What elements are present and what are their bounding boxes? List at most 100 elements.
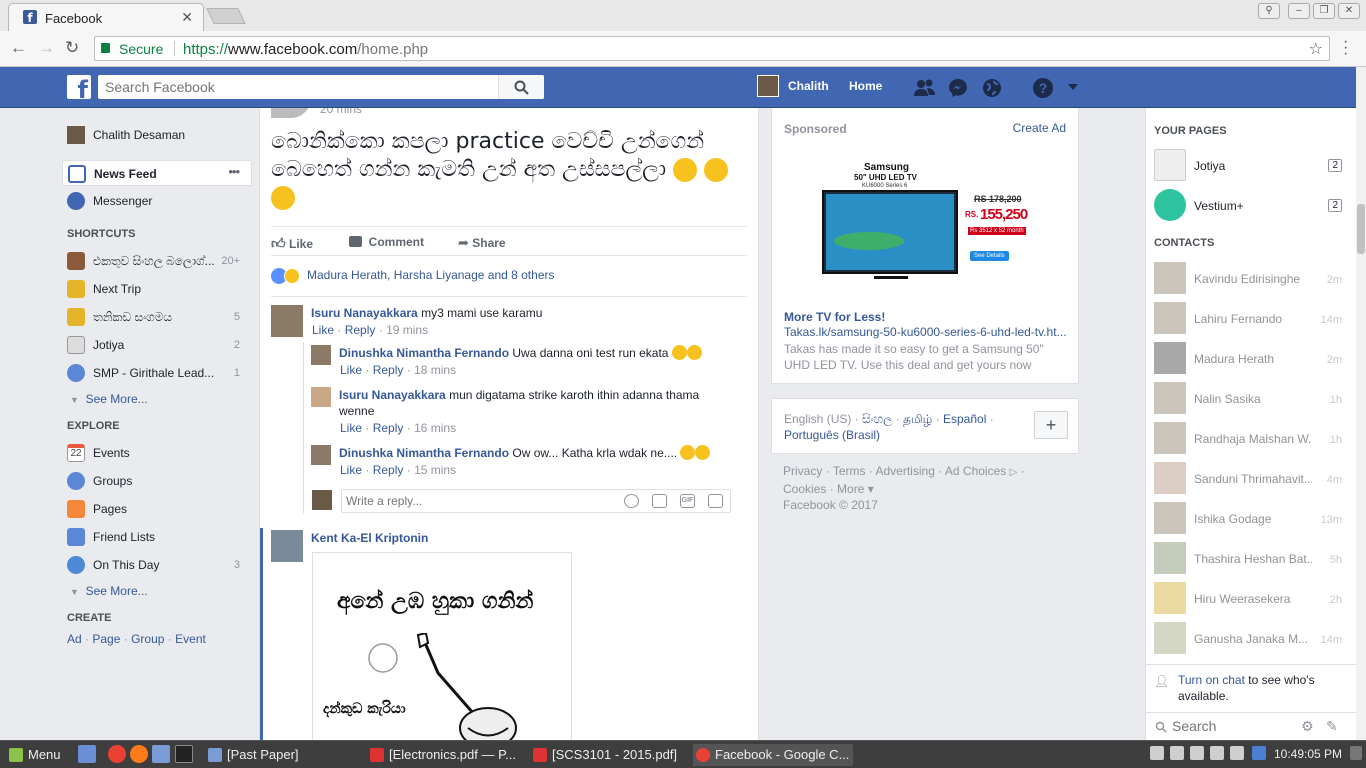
ad-headline[interactable]: More TV for Less! bbox=[784, 310, 885, 324]
chat-search-input[interactable] bbox=[1172, 718, 1292, 734]
volume-tray-icon[interactable] bbox=[1210, 746, 1224, 760]
more-link[interactable]: More bbox=[837, 482, 864, 496]
user-tray-icon[interactable] bbox=[1150, 746, 1164, 760]
chrome-launcher-icon[interactable] bbox=[108, 745, 126, 763]
terminal-launcher-icon[interactable] bbox=[175, 745, 193, 763]
terms-link[interactable]: Terms bbox=[833, 464, 866, 478]
user-avatar[interactable] bbox=[757, 75, 779, 97]
shortcuts-see-more-link[interactable]: ▼ See More... bbox=[70, 392, 148, 406]
privacy-link[interactable]: Privacy bbox=[783, 464, 822, 478]
notifications-tray-icon[interactable] bbox=[1350, 746, 1362, 760]
language-spanish-link[interactable]: Español bbox=[943, 412, 986, 426]
comment-reply-link[interactable]: Reply bbox=[373, 463, 404, 477]
add-language-button[interactable]: + bbox=[1034, 411, 1068, 439]
sticker-icon[interactable] bbox=[708, 494, 723, 508]
shortcut-item[interactable]: Next Trip bbox=[62, 276, 252, 302]
create-group-link[interactable]: Group bbox=[131, 632, 164, 646]
files-launcher-icon[interactable] bbox=[152, 745, 170, 763]
contact-item[interactable]: Lahiru Fernando 14m bbox=[1154, 302, 1350, 338]
on-this-day-nav-item[interactable]: On This Day 3 bbox=[62, 552, 252, 578]
commenter-name[interactable]: Dinushka Nimantha Fernando bbox=[339, 446, 509, 460]
profile-nav-item[interactable]: Chalith Desaman bbox=[62, 122, 252, 148]
page-scrollbar[interactable] bbox=[1356, 67, 1366, 740]
page-item[interactable]: Vestium+ 2 bbox=[1154, 189, 1350, 225]
reload-icon[interactable]: ↻ bbox=[65, 38, 79, 58]
news-feed-options-icon[interactable]: ••• bbox=[228, 164, 240, 179]
taskbar-window[interactable]: [Electronics.pdf — P... bbox=[367, 744, 522, 766]
messenger-nav-item[interactable]: Messenger bbox=[62, 188, 252, 214]
ad-image[interactable]: Samsung 50" UHD LED TV KU6000 Series 6 R… bbox=[784, 152, 1068, 302]
create-ad-link[interactable]: Ad bbox=[67, 632, 82, 646]
comment-reply-link[interactable]: Reply bbox=[373, 421, 404, 435]
events-nav-item[interactable]: 22 Events bbox=[62, 440, 252, 466]
home-link[interactable]: Home bbox=[849, 79, 882, 93]
comment-time[interactable]: 19 mins bbox=[386, 323, 428, 337]
comment-reply-link[interactable]: Reply bbox=[373, 363, 404, 377]
bookmark-star-icon[interactable]: ☆ bbox=[1309, 39, 1323, 59]
poster-avatar[interactable] bbox=[271, 108, 311, 118]
battery-tray-icon[interactable] bbox=[1230, 746, 1244, 760]
url-text[interactable]: https://www.facebook.com/home.php bbox=[183, 41, 428, 58]
like-button[interactable]: 👍︎ Like bbox=[271, 235, 313, 252]
shortcut-item[interactable]: SMP - Girithale Lead... 1 bbox=[62, 360, 252, 386]
browser-menu-icon[interactable]: · · · bbox=[1343, 34, 1348, 62]
commenter-name[interactable]: Isuru Nanayakkara bbox=[339, 388, 446, 402]
firefox-launcher-icon[interactable] bbox=[130, 745, 148, 763]
ad-choices-link[interactable]: Ad Choices bbox=[945, 464, 1006, 478]
commenter-name[interactable]: Isuru Nanayakkara bbox=[311, 306, 418, 320]
gif-icon[interactable]: GIF bbox=[680, 494, 695, 508]
commenter-avatar[interactable] bbox=[271, 305, 303, 337]
pages-nav-item[interactable]: Pages bbox=[62, 496, 252, 522]
friend-requests-icon[interactable] bbox=[913, 77, 935, 99]
language-tamil-link[interactable]: தமிழ் bbox=[903, 412, 932, 426]
reactions-summary[interactable]: Madura Herath, Harsha Liyanage and 8 oth… bbox=[271, 268, 554, 284]
close-tab-icon[interactable]: ✕ bbox=[181, 9, 193, 26]
commenter-name[interactable]: Dinushka Nimantha Fernando bbox=[339, 346, 509, 360]
new-message-icon[interactable]: ✎ bbox=[1326, 718, 1338, 735]
comment-button[interactable]: Comment bbox=[349, 235, 424, 249]
omnibox[interactable]: Secure https://www.facebook.com/home.php… bbox=[94, 36, 1330, 61]
clock[interactable]: 10:49:05 PM bbox=[1274, 747, 1342, 761]
comment-image[interactable]: අනේ උඹ හුකා ගනින් දන්කුඩ කැරියා bbox=[312, 552, 572, 740]
comment-like-link[interactable]: Like bbox=[340, 463, 362, 477]
notifications-globe-icon[interactable] bbox=[981, 77, 1003, 99]
bluetooth-tray-icon[interactable] bbox=[1170, 746, 1184, 760]
contact-item[interactable]: Sanduni Thrimahavit... 4m bbox=[1154, 462, 1350, 498]
emoji-picker-icon[interactable] bbox=[624, 494, 639, 508]
profile-icon[interactable]: ⚲ bbox=[1258, 3, 1280, 19]
news-feed-nav-item[interactable]: News Feed ••• bbox=[62, 160, 252, 186]
restore-button[interactable]: ❐ bbox=[1313, 3, 1335, 19]
commenter-avatar[interactable] bbox=[311, 445, 331, 465]
new-tab-button[interactable] bbox=[206, 8, 246, 24]
share-button[interactable]: ➦ Share bbox=[458, 235, 506, 251]
minimize-button[interactable]: – bbox=[1288, 3, 1310, 19]
contact-item[interactable]: Thashira Heshan Bat... 5h bbox=[1154, 542, 1350, 578]
cookies-link[interactable]: Cookies bbox=[783, 482, 826, 496]
turn-on-chat-link[interactable]: Turn on chat bbox=[1178, 673, 1245, 687]
comment-reply-link[interactable]: Reply bbox=[345, 323, 376, 337]
create-ad-link[interactable]: Create Ad bbox=[1013, 121, 1066, 135]
language-portuguese-link[interactable]: Português (Brasil) bbox=[784, 428, 880, 442]
comment-time[interactable]: 16 mins bbox=[414, 421, 456, 435]
commenter-avatar[interactable] bbox=[271, 530, 303, 562]
help-icon[interactable]: ? bbox=[1032, 77, 1054, 99]
explore-see-more-link[interactable]: ▼ See More... bbox=[70, 584, 148, 598]
comment-like-link[interactable]: Like bbox=[340, 363, 362, 377]
create-page-link[interactable]: Page bbox=[92, 632, 120, 646]
comment-like-link[interactable]: Like bbox=[312, 323, 334, 337]
profile-link[interactable]: Chalith bbox=[788, 79, 829, 93]
reply-input[interactable] bbox=[342, 490, 612, 512]
page-item[interactable]: Jotiya 2 bbox=[1154, 149, 1350, 185]
taskbar-window-active[interactable]: Facebook - Google C... bbox=[693, 744, 853, 766]
comment-time[interactable]: 18 mins bbox=[414, 363, 456, 377]
contact-item[interactable]: Ishika Godage 13m bbox=[1154, 502, 1350, 538]
account-menu-caret-icon[interactable] bbox=[1066, 81, 1088, 103]
camera-icon[interactable] bbox=[652, 494, 667, 508]
shortcut-item[interactable]: එකතුව සිංහල බලොග්... 20+ bbox=[62, 248, 252, 274]
shortcut-item[interactable]: Jotiya 2 bbox=[62, 332, 252, 358]
close-window-button[interactable]: ✕ bbox=[1338, 3, 1360, 19]
ad-link[interactable]: Takas.lk/samsung-50-ku6000-series-6-uhd-… bbox=[784, 325, 1067, 339]
more-caret-icon[interactable]: ▾ bbox=[868, 482, 874, 496]
scrollbar-thumb[interactable] bbox=[1357, 204, 1365, 254]
show-desktop-icon[interactable] bbox=[78, 745, 96, 763]
